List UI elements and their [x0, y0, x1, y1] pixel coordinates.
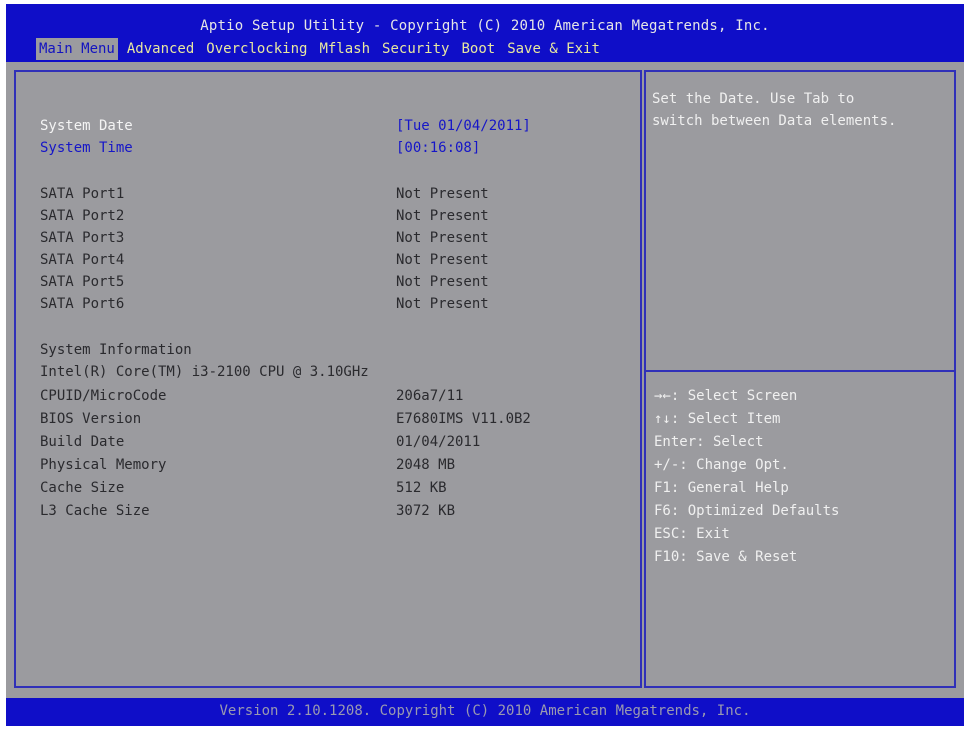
help-description-line-1: Set the Date. Use Tab to — [652, 91, 855, 107]
system-date-value[interactable]: [Tue 01/04/2011] — [396, 116, 531, 136]
cpu-name: Intel(R) Core(TM) i3-2100 CPU @ 3.10GHz — [40, 364, 369, 380]
key-esc-exit: ESC: Exit — [654, 526, 730, 542]
tab-boot[interactable]: Boot — [458, 38, 498, 60]
cpuid-microcode-label: CPUID/MicroCode — [40, 388, 167, 404]
sata-port3-value: Not Present — [396, 230, 489, 246]
l3-cache-size-label: L3 Cache Size — [40, 503, 150, 519]
system-information-heading: System Information — [40, 342, 192, 358]
system-date-label[interactable]: System Date — [40, 116, 133, 136]
sata-port1-value: Not Present — [396, 186, 489, 202]
physical-memory-label: Physical Memory — [40, 457, 167, 473]
sata-port1-label: SATA Port1 — [40, 186, 125, 202]
sata-port5-value: Not Present — [396, 274, 489, 290]
bios-version-label: BIOS Version — [40, 411, 142, 427]
tab-main-menu[interactable]: Main Menu — [36, 38, 118, 60]
key-select-screen: →←: Select Screen — [654, 388, 798, 404]
sata-port4-label: SATA Port4 — [40, 252, 125, 268]
key-optimized-defaults: F6: Optimized Defaults — [654, 503, 840, 519]
system-time-label[interactable]: System Time — [40, 138, 133, 158]
help-panel: Set the Date. Use Tab to switch between … — [644, 70, 956, 688]
main-panel: System Date [Tue 01/04/2011] System Time… — [14, 70, 642, 688]
help-divider — [646, 370, 954, 372]
physical-memory-value: 2048 MB — [396, 457, 456, 473]
cache-size-value: 512 KB — [396, 480, 447, 496]
cpuid-microcode-value: 206a7/11 — [396, 388, 464, 404]
tab-security[interactable]: Security — [379, 38, 452, 60]
tab-bar: Main Menu Advanced Overclocking Mflash S… — [36, 38, 609, 60]
app-title: Aptio Setup Utility - Copyright (C) 2010… — [200, 18, 770, 34]
bios-screen: Aptio Setup Utility - Copyright (C) 2010… — [6, 4, 964, 726]
footer-version: Version 2.10.1208. Copyright (C) 2010 Am… — [219, 703, 751, 719]
sata-port2-value: Not Present — [396, 208, 489, 224]
tab-save-exit[interactable]: Save & Exit — [504, 38, 603, 60]
sata-port5-label: SATA Port5 — [40, 274, 125, 290]
cache-size-label: Cache Size — [40, 480, 125, 496]
key-save-reset: F10: Save & Reset — [654, 549, 798, 565]
tab-overclocking[interactable]: Overclocking — [203, 38, 310, 60]
tab-mflash[interactable]: Mflash — [316, 38, 373, 60]
key-enter-select: Enter: Select — [654, 434, 764, 450]
bios-version-value: E7680IMS V11.0B2 — [396, 411, 531, 427]
sata-port3-label: SATA Port3 — [40, 230, 125, 246]
sata-port2-label: SATA Port2 — [40, 208, 125, 224]
key-general-help: F1: General Help — [654, 480, 789, 496]
l3-cache-size-value: 3072 KB — [396, 503, 456, 519]
key-change-opt: +/-: Change Opt. — [654, 457, 789, 473]
build-date-value: 01/04/2011 — [396, 434, 481, 450]
sata-port6-label: SATA Port6 — [40, 296, 125, 312]
sata-port4-value: Not Present — [396, 252, 489, 268]
build-date-label: Build Date — [40, 434, 125, 450]
tab-advanced[interactable]: Advanced — [124, 38, 197, 60]
key-select-item: ↑↓: Select Item — [654, 411, 781, 427]
help-description-line-2: switch between Data elements. — [652, 113, 897, 129]
sata-port6-value: Not Present — [396, 296, 489, 312]
system-time-value[interactable]: [00:16:08] — [396, 138, 480, 158]
title-bar: Aptio Setup Utility - Copyright (C) 2010… — [6, 4, 964, 62]
footer-bar: Version 2.10.1208. Copyright (C) 2010 Am… — [6, 698, 964, 726]
